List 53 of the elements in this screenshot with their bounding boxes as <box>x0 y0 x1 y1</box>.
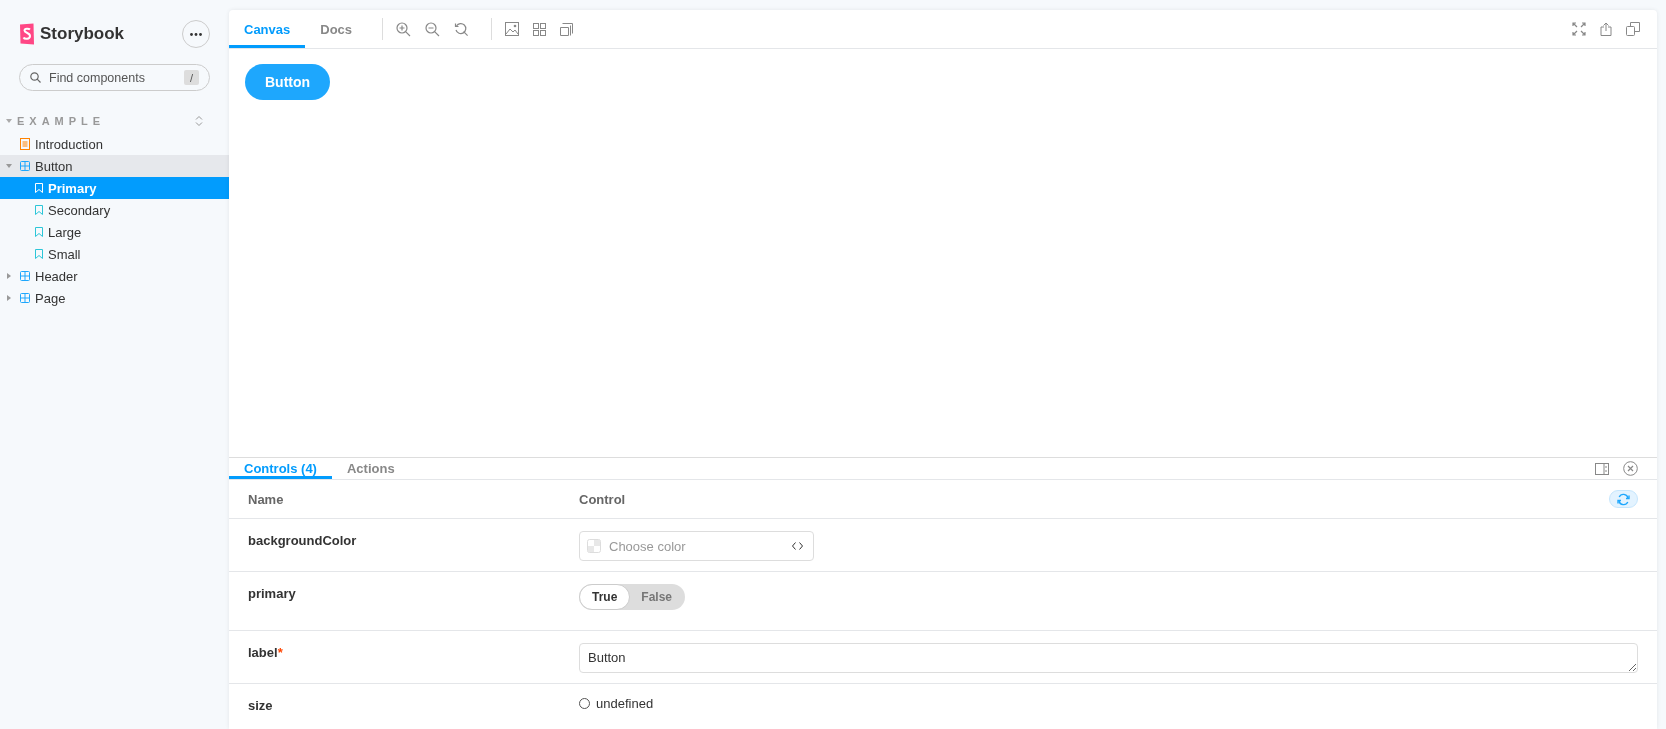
search-icon <box>30 72 41 83</box>
panel-layout-icon[interactable] <box>1595 462 1609 475</box>
tree-item[interactable]: Introduction <box>0 133 229 155</box>
grid-icon <box>20 293 30 303</box>
tree-item[interactable]: Page <box>0 287 229 309</box>
tab[interactable]: Actions <box>331 458 410 479</box>
swatch-icon <box>587 539 601 553</box>
code-icon[interactable] <box>792 542 803 550</box>
property-name: size <box>248 697 274 713</box>
logo-icon <box>19 23 35 45</box>
color-picker[interactable]: Choose color <box>579 531 814 561</box>
property-name: label* <box>248 644 284 660</box>
more-icon <box>190 32 202 36</box>
close-icon[interactable] <box>1623 461 1638 476</box>
shortcut-key: / <box>184 70 199 85</box>
radio-option[interactable]: undefined <box>579 696 654 711</box>
refresh-icon <box>1617 492 1630 506</box>
property-name: primary <box>248 585 297 601</box>
tree-item[interactable]: Header <box>0 265 229 287</box>
property-name: backgroundColor <box>248 532 358 548</box>
tree-item[interactable]: Button <box>0 155 229 177</box>
caret-icon <box>6 273 12 279</box>
tab[interactable]: Docs <box>305 10 368 48</box>
bookmark-icon <box>35 249 43 259</box>
fullscreen-icon[interactable] <box>1572 22 1586 36</box>
caret-icon <box>6 163 12 169</box>
bookmark-icon <box>35 183 43 193</box>
toggle-switch[interactable]: True False <box>579 584 686 610</box>
bookmark-icon <box>35 205 43 215</box>
tree-item[interactable]: Secondary <box>0 199 229 221</box>
grid-icon <box>20 161 30 171</box>
search-input[interactable]: Find components <box>47 69 178 86</box>
document-icon <box>20 138 30 150</box>
tree-item[interactable]: Large <box>0 221 229 243</box>
grid-icon[interactable] <box>533 22 547 36</box>
tree-item[interactable]: Small <box>0 243 229 265</box>
copy-icon[interactable] <box>1626 22 1640 36</box>
column-header: Control <box>579 491 627 507</box>
outline-icon[interactable] <box>560 22 574 36</box>
reset-zoom-icon[interactable] <box>454 21 470 37</box>
caret-icon <box>6 295 12 301</box>
image-icon[interactable] <box>505 22 520 36</box>
grid-icon <box>20 271 30 281</box>
brand-name: Storybook <box>40 24 125 44</box>
required-mark: * <box>277 645 283 660</box>
share-icon[interactable] <box>1600 22 1612 36</box>
zoom-in-icon[interactable] <box>396 21 412 37</box>
caret-icon <box>6 118 12 124</box>
reset-button[interactable] <box>1609 490 1638 508</box>
column-header: Name <box>248 491 285 507</box>
text-field[interactable]: Button <box>579 643 1638 673</box>
zoom-out-icon[interactable] <box>425 21 441 37</box>
bookmark-icon <box>35 227 43 237</box>
